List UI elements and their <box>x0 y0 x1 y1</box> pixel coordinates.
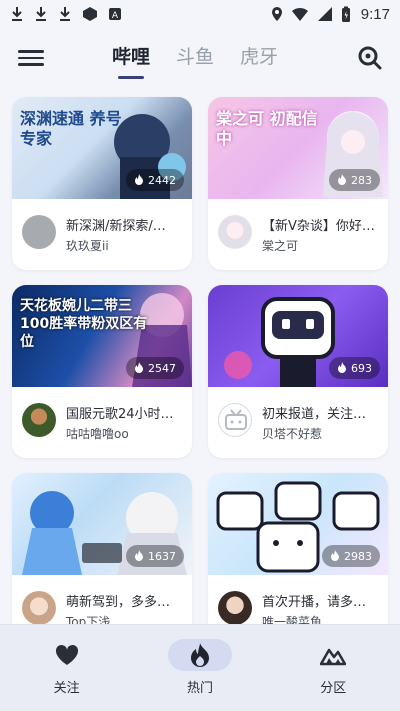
room-title: 国服元歌24小时… <box>66 407 174 422</box>
thumbnail-caption: 深渊速通 养号专家 <box>20 109 122 148</box>
viewer-count: 2442 <box>126 169 184 191</box>
svg-text:A: A <box>112 11 119 21</box>
search-icon <box>358 46 382 70</box>
status-bar: A 9:17 <box>0 0 400 28</box>
room-thumbnail: 棠之可 初配信中 283 <box>208 97 388 199</box>
streamer-name: 玖玖夏ii <box>66 239 109 253</box>
wifi-icon <box>291 7 308 21</box>
viewer-count: 283 <box>329 169 380 191</box>
top-bar: 哔哩 斗鱼 虎牙 <box>0 32 400 84</box>
viewer-count: 2547 <box>126 357 184 379</box>
live-room-card[interactable]: 693 初来报道，关注… 贝塔不好惹 <box>208 285 388 458</box>
avatar <box>22 591 56 625</box>
menu-button[interactable] <box>18 46 44 70</box>
room-title: 初来报道，关注… <box>262 407 367 422</box>
app-badge-icon <box>83 7 97 21</box>
viewer-count: 693 <box>329 357 380 379</box>
flame-icon <box>338 174 346 185</box>
avatar <box>218 591 252 625</box>
avatar <box>22 215 56 249</box>
app-letter-icon: A <box>109 8 121 21</box>
flame-icon <box>190 643 209 667</box>
download-icon <box>12 7 22 21</box>
live-room-card[interactable]: 1637 萌新驾到，多多… Top下浅 <box>12 473 192 646</box>
nav-label: 分区 <box>320 681 347 696</box>
room-thumbnail: 2983 <box>208 473 388 575</box>
flame-icon <box>331 550 339 561</box>
room-thumbnail: 深渊速通 养号专家 2442 <box>12 97 192 199</box>
tab-bilibili[interactable]: 哔哩 <box>112 42 150 79</box>
flame-icon <box>135 174 143 185</box>
live-room-card[interactable]: 天花板婉儿二带三 100胜率带粉双区有位 2547 国服元歌24小时… 咕咕噜噜… <box>12 285 192 458</box>
live-room-card[interactable]: 棠之可 初配信中 283 【新V杂谈】你好… 棠之可 <box>208 97 388 270</box>
room-thumbnail: 天花板婉儿二带三 100胜率带粉双区有位 2547 <box>12 285 192 387</box>
flame-icon <box>135 362 143 373</box>
heart-icon <box>55 644 78 665</box>
thumbnail-caption: 棠之可 初配信中 <box>216 109 318 148</box>
system-icons: 9:17 <box>271 6 390 23</box>
tab-huya[interactable]: 虎牙 <box>240 42 278 79</box>
tv-icon <box>225 409 247 430</box>
avatar <box>22 403 56 437</box>
room-title: 新深渊/新探索/… <box>66 219 166 234</box>
flame-icon <box>135 550 143 561</box>
menu-icon <box>18 50 44 53</box>
live-room-card[interactable]: 2983 首次开播，请多… 唯一酸菜鱼 <box>208 473 388 646</box>
room-info: 【新V杂谈】你好… 棠之可 <box>208 199 388 270</box>
flame-icon <box>338 362 346 373</box>
platform-tabs: 哔哩 斗鱼 虎牙 <box>112 42 278 79</box>
mountain-icon <box>320 648 347 666</box>
nav-follow[interactable]: 关注 <box>22 639 112 696</box>
room-title: 首次开播，请多… <box>262 595 367 610</box>
streamer-name: 贝塔不好惹 <box>262 427 323 441</box>
battery-icon <box>341 6 350 22</box>
avatar <box>218 403 252 437</box>
bottom-navigation: 关注 热门 分区 <box>0 624 400 711</box>
nav-label: 热门 <box>186 681 213 696</box>
room-thumbnail: 693 <box>208 285 388 387</box>
download-icon <box>36 7 46 21</box>
location-icon <box>271 7 282 21</box>
room-title: 萌新驾到，多多… <box>66 595 171 610</box>
notification-icons: A <box>10 6 122 22</box>
nav-label: 关注 <box>53 681 80 696</box>
clock: 9:17 <box>360 5 390 23</box>
nav-category[interactable]: 分区 <box>288 639 378 696</box>
viewer-count: 2983 <box>322 545 380 567</box>
tab-douyu[interactable]: 斗鱼 <box>176 42 214 79</box>
signal-icon <box>317 7 332 21</box>
avatar <box>218 215 252 249</box>
room-title: 【新V杂谈】你好… <box>262 219 375 234</box>
thumbnail-caption: 天花板婉儿二带三 100胜率带粉双区有位 <box>20 298 148 350</box>
viewer-count: 1637 <box>126 545 184 567</box>
download-icon <box>60 7 70 21</box>
streamer-name: 咕咕噜噜oo <box>66 427 129 441</box>
search-button[interactable] <box>356 44 384 72</box>
room-info: 初来报道，关注… 贝塔不好惹 <box>208 387 388 458</box>
room-info: 国服元歌24小时… 咕咕噜噜oo <box>12 387 192 458</box>
live-room-card[interactable]: 深渊速通 养号专家 2442 新深渊/新探索/… 玖玖夏ii <box>12 97 192 270</box>
room-thumbnail: 1637 <box>12 473 192 575</box>
live-room-grid: 深渊速通 养号专家 2442 新深渊/新探索/… 玖玖夏ii 棠之可 初配信中 … <box>12 97 388 646</box>
streamer-name: 棠之可 <box>262 239 299 253</box>
nav-hot[interactable]: 热门 <box>155 639 245 696</box>
room-info: 新深渊/新探索/… 玖玖夏ii <box>12 199 192 270</box>
